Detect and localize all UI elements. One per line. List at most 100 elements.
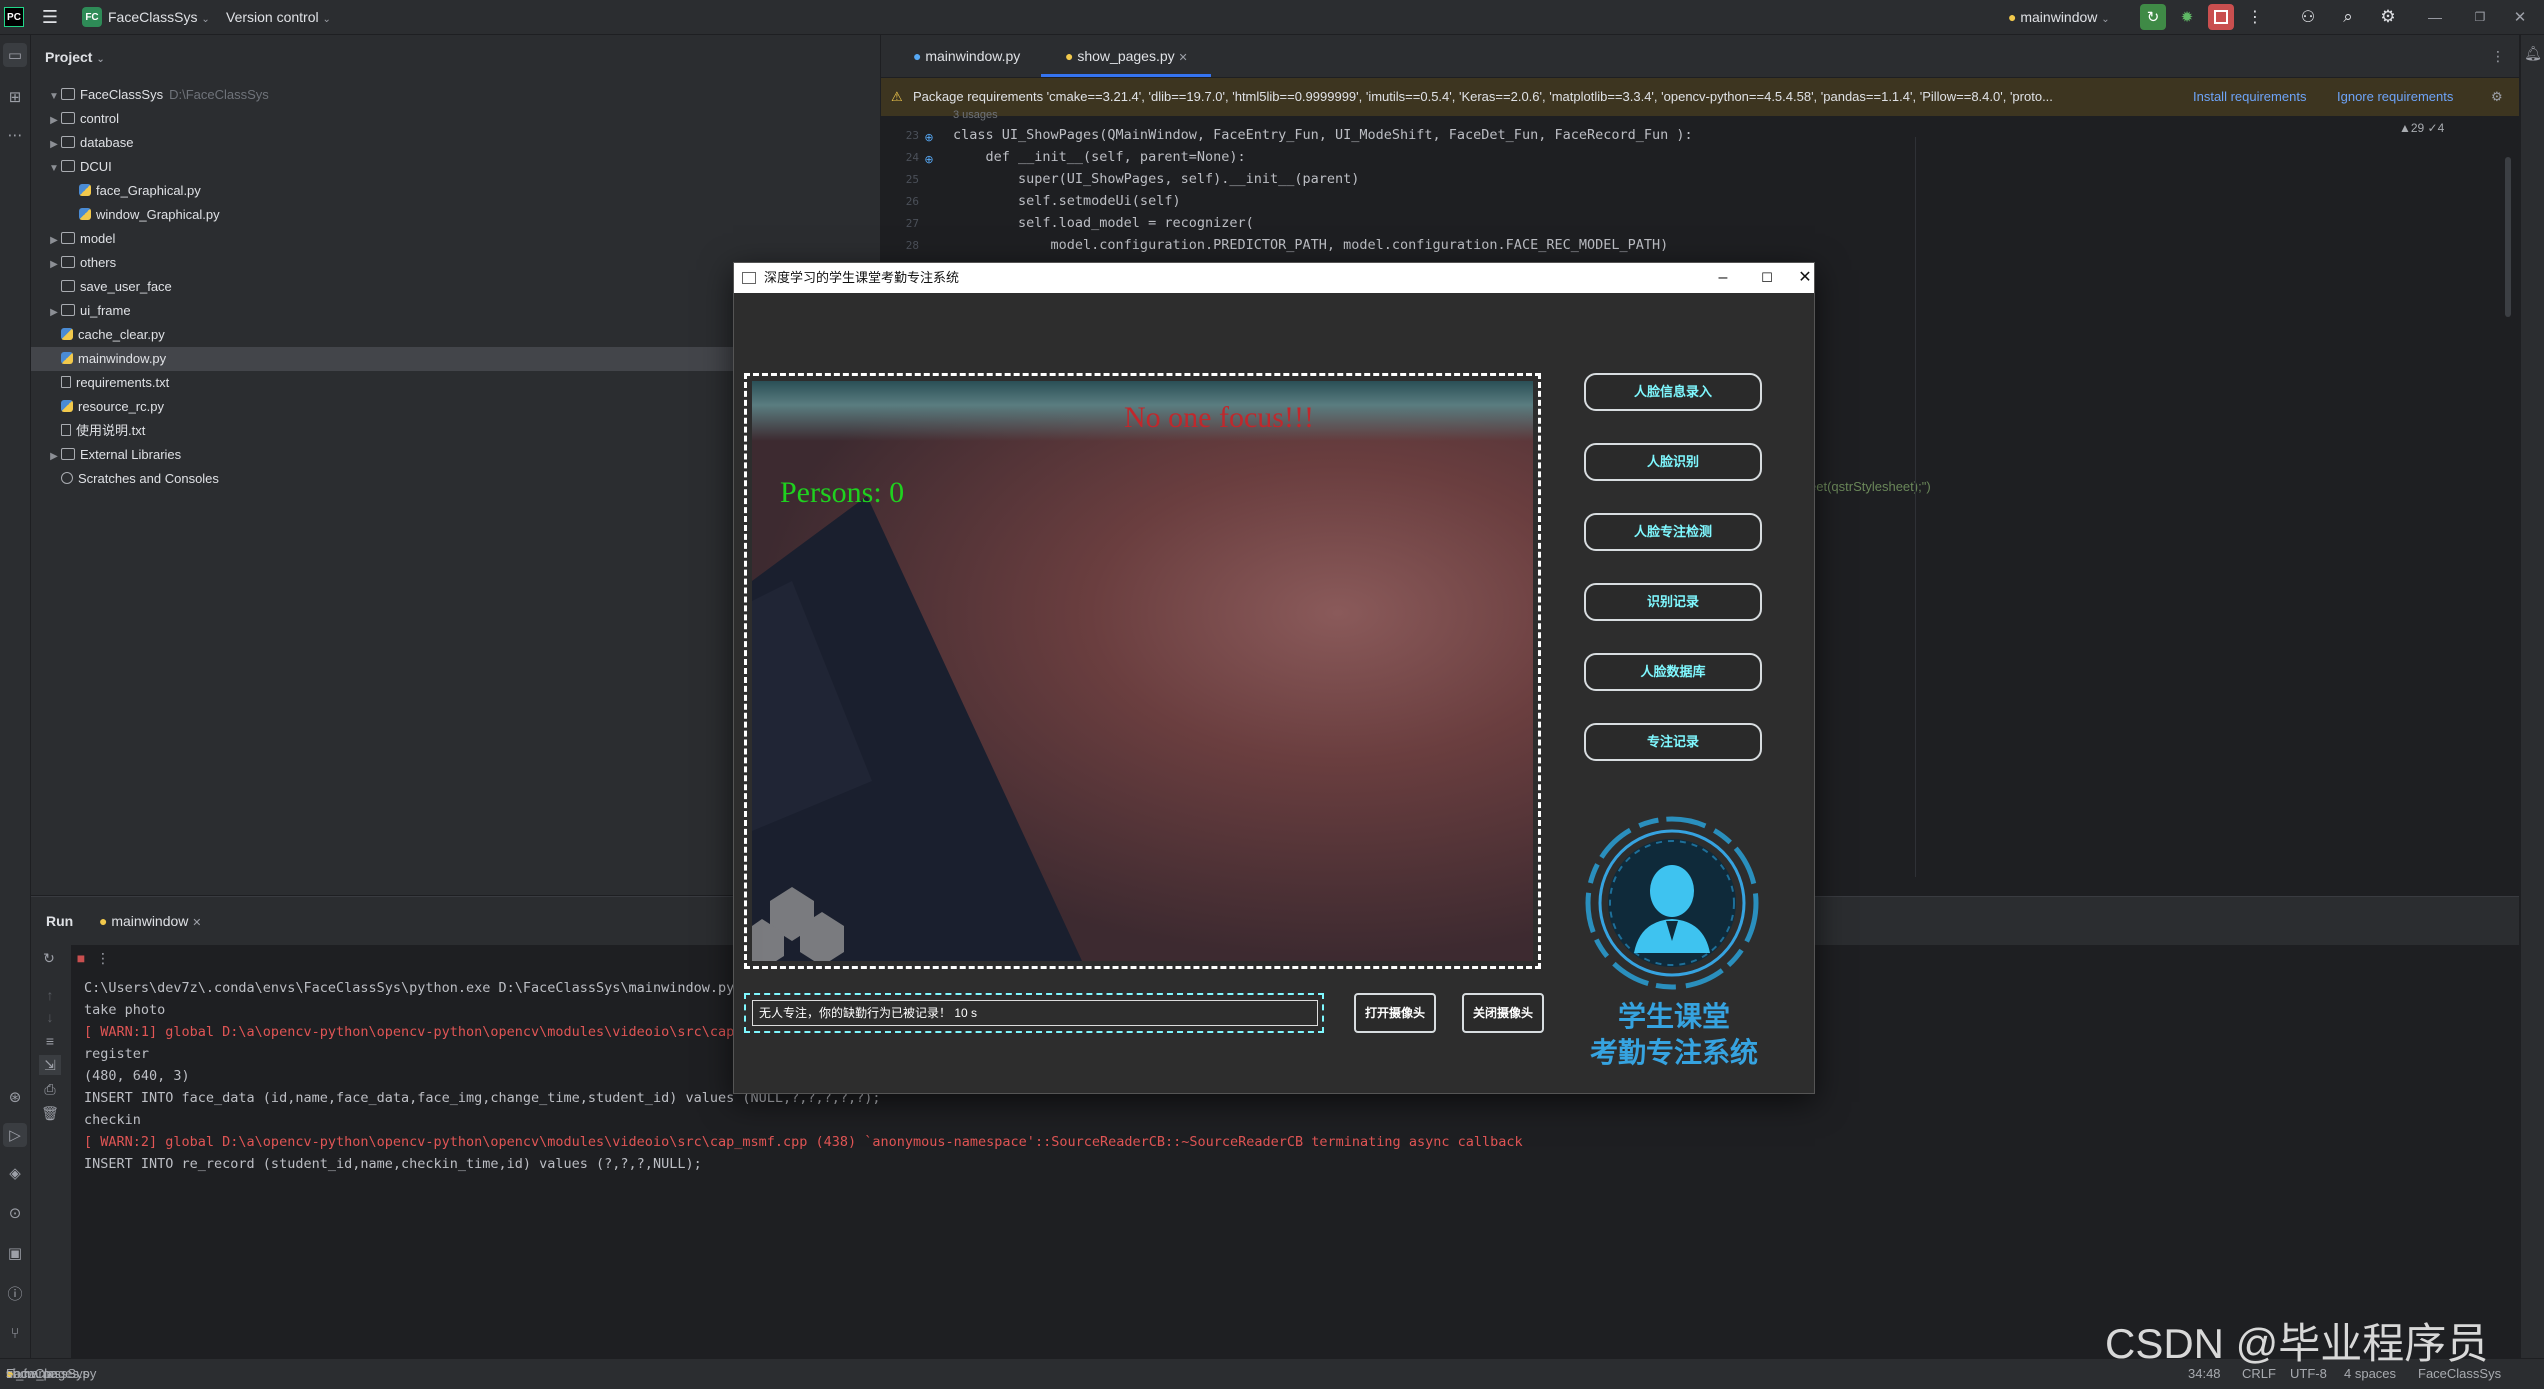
layers-tool-icon[interactable]: ◈ — [3, 1161, 27, 1185]
library-icon — [61, 448, 75, 460]
python-file-icon: ● — [913, 48, 922, 64]
rerun-icon[interactable]: ↻ — [2140, 4, 2166, 30]
print-icon[interactable]: ⎙ — [39, 1079, 61, 1099]
app-nav-button[interactable]: 人脸专注检测 — [1584, 513, 1762, 551]
tree-external-libraries[interactable]: ▶ External Libraries — [47, 443, 181, 467]
log-line: INSERT INTO re_record (student_id,name,c… — [84, 1156, 702, 1172]
tree-item[interactable]: ▶ others — [47, 251, 116, 275]
chevron-right-icon: ▶ — [50, 139, 58, 150]
python-file-icon — [61, 352, 73, 364]
editor-tabs-menu-icon[interactable]: ⋮ — [2487, 45, 2509, 67]
version-control-menu[interactable]: Version control ⌄ — [226, 0, 331, 34]
app-nav-button[interactable]: 人脸识别 — [1584, 443, 1762, 481]
tree-item[interactable]: ▶ database — [47, 131, 133, 155]
app-nav-button[interactable]: 专注记录 — [1584, 723, 1762, 761]
chevron-down-icon: ⌄ — [96, 54, 105, 65]
settings-gear-icon[interactable]: ⚙ — [2375, 4, 2401, 30]
maximize-icon[interactable]: ☐ — [1744, 263, 1790, 293]
python-packages-icon[interactable]: ⊛ — [3, 1085, 27, 1109]
project-panel-title[interactable]: Project ⌄ — [45, 35, 105, 79]
main-menu-icon[interactable]: ☰ — [40, 7, 60, 27]
override-gutter-icon[interactable]: ⊕ — [921, 151, 937, 167]
ignore-requirements-link[interactable]: Ignore requirements — [2337, 78, 2453, 116]
add-user-icon[interactable]: ⚇ — [2295, 4, 2321, 30]
tree-root-folder[interactable]: ▼ FaceClassSys D:\FaceClassSys — [47, 83, 269, 107]
run-tool-icon[interactable]: ▷ — [3, 1123, 27, 1147]
git-tool-icon[interactable]: ⑂ — [3, 1321, 27, 1345]
editor-divider — [1915, 137, 1916, 877]
scroll-up-icon[interactable]: ↑ — [39, 985, 61, 1005]
stop-icon[interactable] — [2208, 4, 2234, 30]
scroll-end-icon[interactable]: ⇲ — [39, 1055, 61, 1075]
problems-tool-icon[interactable]: ⓘ — [3, 1281, 27, 1305]
install-requirements-link[interactable]: Install requirements — [2193, 78, 2306, 116]
minimize-icon[interactable]: — — [2420, 4, 2450, 30]
search-icon[interactable]: ⌕ — [2335, 4, 2361, 30]
tree-item[interactable]: ▼ DCUI — [47, 155, 112, 179]
notifications-icon[interactable]: 🔔︎ — [2523, 43, 2543, 63]
tree-item[interactable]: save_user_face — [47, 275, 172, 299]
editor-scrollbar[interactable] — [2505, 157, 2511, 317]
terminal-tool-icon[interactable]: ▣ — [3, 1241, 27, 1265]
chevron-right-icon: ▶ — [50, 235, 58, 246]
project-badge[interactable]: FC — [82, 7, 102, 27]
override-gutter-icon[interactable]: ⊕ — [921, 129, 937, 145]
banner-settings-icon[interactable]: ⚙ — [2491, 78, 2503, 116]
restore-icon[interactable]: ❐ — [2465, 4, 2495, 30]
camera-frame: No one focus!!! Persons: 0 — [744, 373, 1541, 969]
tab-show-pages[interactable]: ● show_pages.py ✕ — [1041, 35, 1211, 77]
run-tab[interactable]: ● mainwindow ✕ — [99, 897, 202, 947]
breadcrumb-item[interactable]: show_pages.py — [6, 1359, 96, 1389]
close-icon[interactable]: ✕ — [1790, 263, 1820, 293]
status-message-field[interactable]: 无人专注，你的缺勤行为已被记录！ 10 s — [752, 1000, 1318, 1026]
inspections-widget[interactable]: ▲29 ✓4 — [2399, 121, 2444, 135]
tree-item[interactable]: resource_rc.py — [61, 395, 164, 419]
code-line: self.setmodeUi(self) — [953, 193, 1181, 209]
rerun-icon[interactable]: ↻ — [37, 947, 61, 969]
code-line: super(UI_ShowPages, self).__init__(paren… — [953, 171, 1360, 187]
close-tab-icon[interactable]: ✕ — [1179, 52, 1188, 64]
tree-scratches[interactable]: Scratches and Consoles — [61, 467, 219, 491]
tree-item-label: mainwindow.py — [78, 351, 167, 366]
close-icon[interactable]: ✕ — [2505, 4, 2535, 30]
more-icon[interactable]: ⋮ — [91, 947, 115, 969]
tree-item[interactable]: 使用说明.txt — [61, 419, 145, 443]
close-tab-icon[interactable]: ✕ — [192, 917, 201, 929]
app-nav-button[interactable]: 人脸数据库 — [1584, 653, 1762, 691]
more-actions-icon[interactable]: ⋮ — [2242, 4, 2268, 30]
python-file-icon — [61, 328, 73, 340]
tab-mainwindow[interactable]: ● mainwindow.py — [889, 35, 1061, 77]
chevron-right-icon: ▶ — [50, 307, 58, 318]
more-tools-icon[interactable]: ⋯ — [3, 123, 27, 147]
run-config-selector[interactable]: ● mainwindow ⌄ — [2008, 0, 2110, 34]
tree-item[interactable]: requirements.txt — [61, 371, 169, 395]
tree-item[interactable]: ▶ model — [47, 227, 115, 251]
trash-icon[interactable]: 🗑︎ — [39, 1103, 61, 1123]
services-tool-icon[interactable]: ⊙ — [3, 1201, 27, 1225]
minimize-icon[interactable]: – — [1700, 263, 1746, 293]
run-panel-title[interactable]: Run — [46, 897, 73, 945]
debug-icon[interactable]: ✹ — [2174, 4, 2200, 30]
app-nav-button[interactable]: 识别记录 — [1584, 583, 1762, 621]
project-switcher[interactable]: FaceClassSys ⌄ — [108, 0, 210, 34]
tree-item[interactable]: ▶ control — [47, 107, 119, 131]
soft-wrap-icon[interactable]: ≡ — [39, 1031, 61, 1051]
scratches-label: Scratches and Consoles — [78, 471, 219, 486]
project-tool-icon[interactable]: ▭ — [3, 43, 27, 67]
tab-label: show_pages.py — [1077, 48, 1175, 64]
tree-item[interactable]: window_Graphical.py — [79, 203, 220, 227]
stop-icon[interactable]: ■ — [69, 947, 93, 969]
tab-label: mainwindow.py — [925, 48, 1021, 64]
tree-item[interactable]: cache_clear.py — [61, 323, 165, 347]
scroll-down-icon[interactable]: ↓ — [39, 1007, 61, 1027]
close-camera-button[interactable]: 关闭摄像头 — [1462, 993, 1544, 1033]
pycharm-logo-icon[interactable]: PC — [4, 7, 24, 27]
structure-tool-icon[interactable]: ⊞ — [3, 85, 27, 109]
open-camera-button[interactable]: 打开摄像头 — [1354, 993, 1436, 1033]
tree-item[interactable]: ▶ ui_frame — [47, 299, 130, 323]
folder-icon — [61, 160, 75, 172]
python-file-icon — [79, 184, 91, 196]
ide-title-bar: PC ☰ FC FaceClassSys ⌄ Version control ⌄… — [0, 0, 2544, 35]
tree-item[interactable]: face_Graphical.py — [79, 179, 201, 203]
app-nav-button[interactable]: 人脸信息录入 — [1584, 373, 1762, 411]
